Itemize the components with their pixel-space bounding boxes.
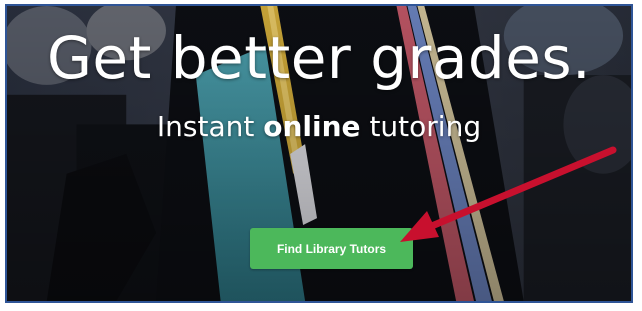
find-library-tutors-button[interactable]: Find Library Tutors bbox=[250, 228, 413, 269]
screenshot-frame: Get better grades. Instant online tutori… bbox=[5, 4, 633, 303]
subtitle-prefix: Instant bbox=[156, 110, 264, 143]
hero-title: Get better grades. bbox=[46, 24, 592, 92]
subtitle-suffix: tutoring bbox=[360, 110, 482, 143]
hero-subtitle: Instant online tutoring bbox=[7, 110, 631, 143]
subtitle-emphasis: online bbox=[263, 110, 361, 143]
